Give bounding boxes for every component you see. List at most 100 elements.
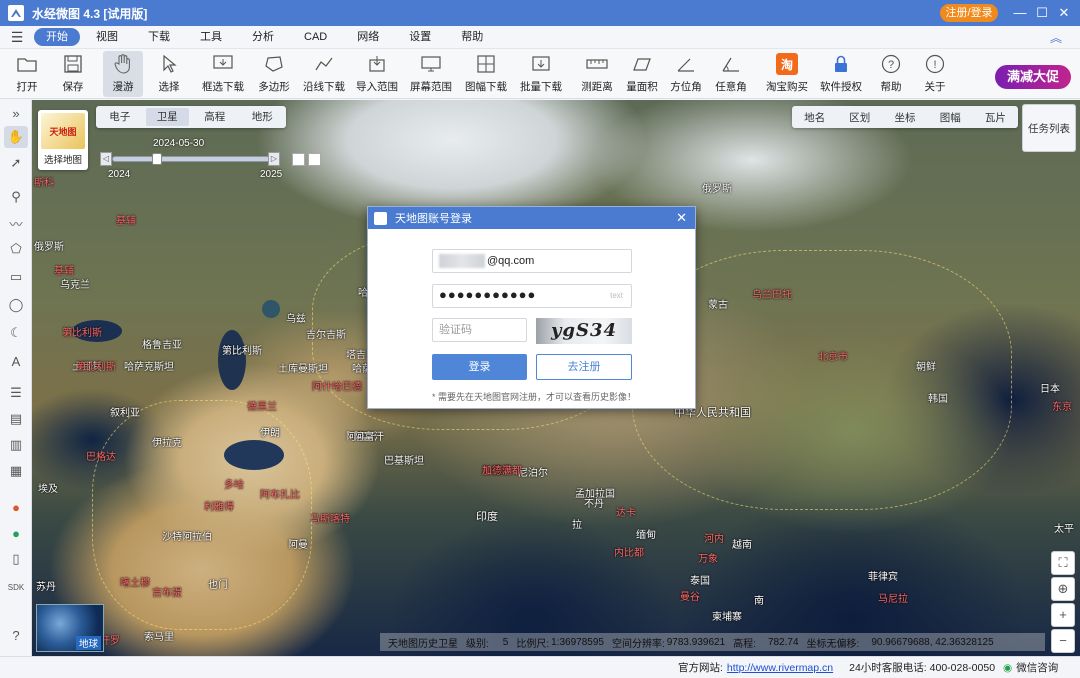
help-circle-icon[interactable]: ? [4, 624, 28, 646]
login-button[interactable]: 登录 [432, 354, 527, 380]
tab-sheet[interactable]: 图幅 [928, 110, 973, 125]
menu-item-start[interactable]: 开始 [34, 28, 80, 46]
batch-download-button[interactable]: 批量下载 [520, 51, 562, 97]
redacted-username [439, 254, 485, 269]
menu-item-analysis[interactable]: 分析 [238, 28, 288, 46]
sheet-download-button[interactable]: 图幅下载 [464, 51, 508, 97]
captcha-input[interactable]: 验证码 [432, 318, 527, 342]
map-label: 不丹 [584, 499, 604, 510]
open-button[interactable]: 打开 [10, 51, 44, 97]
hand-tool-icon[interactable]: ✋ [4, 126, 28, 148]
menu-item-tools[interactable]: 工具 [186, 28, 236, 46]
about-button[interactable]: ! 关于 [920, 51, 950, 97]
map-label: 马尼拉 [878, 594, 908, 605]
import-range-button[interactable]: 导入范围 [356, 51, 398, 97]
close-icon[interactable]: ✕ [1054, 3, 1074, 23]
pointer-tool-icon[interactable]: ➚ [4, 152, 28, 174]
help-button[interactable]: ? 帮助 [876, 51, 906, 97]
license-button[interactable]: 软件授权 [818, 51, 864, 97]
zoom-out-icon[interactable]: − [1051, 629, 1075, 653]
promo-badge[interactable]: 满减大促 [995, 65, 1071, 89]
ruler-icon [586, 53, 608, 75]
map-label: 阿曼 [288, 540, 308, 551]
menu-item-settings[interactable]: 设置 [395, 28, 445, 46]
folder-icon [16, 53, 38, 75]
map-label: 达卡 [616, 508, 636, 519]
tab-elevation[interactable]: 高程 [193, 108, 237, 126]
phone-icon[interactable]: ▯ [4, 548, 28, 570]
go-register-button[interactable]: 去注册 [536, 354, 632, 380]
text-tool-icon[interactable]: A [4, 350, 28, 372]
polygon-button[interactable]: 多边形 [256, 51, 292, 97]
box-download-icon [212, 53, 234, 75]
task-list-button[interactable]: 任务列表 [1022, 104, 1076, 152]
fullscreen-icon[interactable]: ⛶ [1051, 551, 1075, 575]
zoom-in-icon[interactable]: + [1051, 603, 1075, 627]
timeline-date: 2024-05-30 [153, 138, 205, 149]
select-map-button[interactable]: 天地图 选择地图 [38, 110, 88, 170]
select-button[interactable]: 选择 [152, 51, 186, 97]
minimize-icon[interactable]: — [1010, 3, 1030, 23]
dialog-close-icon[interactable]: ✕ [676, 210, 687, 226]
hamburger-menu-icon[interactable]: ☰ [0, 29, 34, 46]
scale-value: 1:36978595 [551, 636, 604, 648]
map-label: 曼谷 [680, 592, 700, 603]
timeline-handle[interactable] [152, 153, 162, 165]
layer-tool-4-icon[interactable]: ▦ [4, 460, 28, 482]
globe-minimap[interactable]: 地球 [36, 604, 104, 652]
tab-vector[interactable]: 电子 [98, 108, 142, 126]
taobao-buy-button[interactable]: 淘 淘宝购买 [765, 51, 809, 97]
map-label: 沙特阿拉伯 [162, 532, 212, 543]
circle-tool-icon[interactable]: ◯ [4, 294, 28, 316]
register-login-button[interactable]: 注册/登录 [940, 4, 998, 22]
menu-item-view[interactable]: 视图 [82, 28, 132, 46]
plugin-1-icon[interactable]: ● [4, 496, 28, 518]
marker-tool-icon[interactable]: ⚲ [4, 186, 28, 208]
timeline-option-box[interactable] [292, 153, 305, 166]
azimuth-button[interactable]: 方位角 [669, 51, 703, 97]
locate-icon[interactable]: ⊕ [1051, 577, 1075, 601]
tab-place-name[interactable]: 地名 [792, 110, 837, 125]
line-tool-icon[interactable]: 〰 [4, 212, 28, 234]
menu-item-help[interactable]: 帮助 [447, 28, 497, 46]
menu-item-cad[interactable]: CAD [290, 28, 341, 46]
box-download-button[interactable]: 框选下载 [200, 51, 246, 97]
rectangle-tool-icon[interactable]: ▭ [4, 266, 28, 288]
timeline-prev-icon[interactable]: ◁ [100, 152, 112, 166]
screen-range-button[interactable]: 屏幕范围 [410, 51, 452, 97]
site-link[interactable]: http://www.rivermap.cn [727, 662, 833, 674]
expand-icon[interactable]: » [4, 102, 28, 124]
pan-button[interactable]: 漫游 [103, 51, 143, 97]
polygon-tool-icon[interactable]: ⬠ [4, 238, 28, 260]
site-label: 官方网站: [678, 662, 723, 674]
open-label: 打开 [16, 81, 38, 93]
wechat-consult[interactable]: 微信咨询 [1016, 660, 1058, 675]
plugin-2-icon[interactable]: ● [4, 522, 28, 544]
tab-terrain[interactable]: 地形 [241, 108, 285, 126]
measure-area-button[interactable]: 量面积 [625, 51, 659, 97]
tab-coordinate[interactable]: 坐标 [882, 110, 927, 125]
save-button[interactable]: 保存 [56, 51, 90, 97]
captcha-image[interactable]: ygS34 [536, 318, 632, 344]
collapse-ribbon-icon[interactable]: ︽ [1050, 29, 1062, 46]
cursor-icon [158, 53, 180, 75]
line-download-button[interactable]: 沿线下载 [303, 51, 345, 97]
menu-item-download[interactable]: 下载 [134, 28, 184, 46]
tab-tile[interactable]: 瓦片 [973, 110, 1018, 125]
measure-distance-button[interactable]: 测距离 [580, 51, 614, 97]
layer-tool-1-icon[interactable]: ☰ [4, 382, 28, 404]
layer-tool-2-icon[interactable]: ▤ [4, 408, 28, 430]
tab-division[interactable]: 区划 [837, 110, 882, 125]
password-field[interactable]: ●●●●●●●●●●● text [432, 284, 632, 308]
email-field[interactable]: @qq.com [432, 249, 632, 273]
arc-tool-icon[interactable]: ☾ [4, 322, 28, 344]
sdk-icon[interactable]: SDK [4, 576, 28, 598]
tab-satellite[interactable]: 卫星 [145, 108, 189, 126]
timeline-track[interactable] [112, 156, 272, 162]
menu-item-network[interactable]: 网络 [343, 28, 393, 46]
timeline-next-icon[interactable]: ▷ [268, 152, 280, 166]
any-angle-button[interactable]: 任意角 [714, 51, 748, 97]
maximize-icon[interactable]: ☐ [1032, 3, 1052, 23]
layer-tool-3-icon[interactable]: ▥ [4, 434, 28, 456]
timeline-option-box[interactable] [308, 153, 321, 166]
